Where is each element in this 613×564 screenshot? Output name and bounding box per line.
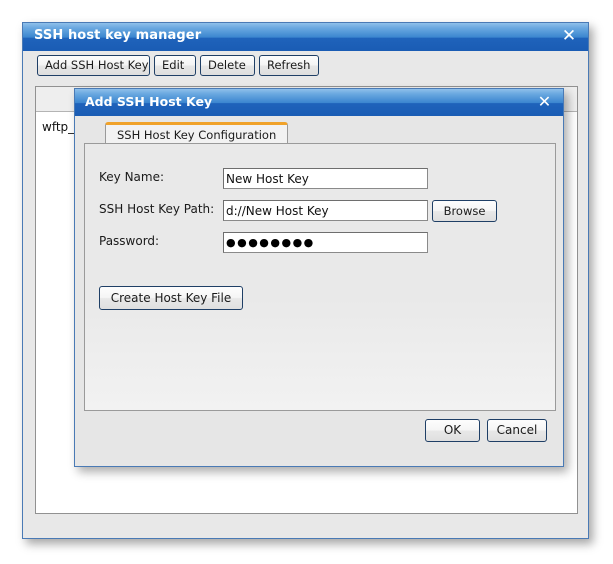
password-input[interactable]: ●●●●●●●● <box>223 232 428 253</box>
add-ssh-host-key-dialog: Add SSH Host Key ✕ SSH Host Key Configur… <box>74 88 564 467</box>
add-ssh-host-key-button[interactable]: Add SSH Host Key <box>37 55 150 76</box>
key-name-row: Key Name: <box>85 168 555 190</box>
tab-ssh-host-key-configuration[interactable]: SSH Host Key Configuration <box>105 122 289 144</box>
key-name-input[interactable] <box>223 168 428 189</box>
toolbar: Add SSH Host Key Edit Delete Refresh <box>23 51 588 80</box>
create-host-key-file-button[interactable]: Create Host Key File <box>99 286 243 310</box>
ssh-host-key-path-row: SSH Host Key Path: Browse <box>85 200 555 222</box>
refresh-button[interactable]: Refresh <box>259 55 319 76</box>
cancel-button[interactable]: Cancel <box>487 419 547 442</box>
edit-button[interactable]: Edit <box>154 55 196 76</box>
browse-button[interactable]: Browse <box>432 200 497 222</box>
dialog-close-icon[interactable]: ✕ <box>535 92 554 111</box>
tab-strip: SSH Host Key Configuration <box>84 122 556 144</box>
dialog-title: Add SSH Host Key <box>85 94 213 109</box>
ssh-host-key-path-label: SSH Host Key Path: <box>99 202 215 216</box>
delete-button[interactable]: Delete <box>200 55 255 76</box>
dialog-titlebar: Add SSH Host Key ✕ <box>75 89 563 116</box>
tab-panel: Key Name: SSH Host Key Path: Browse Pass… <box>84 143 556 411</box>
outer-titlebar: SSH host key manager ✕ <box>23 23 588 51</box>
ssh-host-key-path-input[interactable] <box>223 200 428 221</box>
window-title: SSH host key manager <box>34 28 202 43</box>
password-row: Password: ●●●●●●●● <box>85 232 555 254</box>
window-footer <box>23 514 588 538</box>
close-icon[interactable]: ✕ <box>559 26 579 46</box>
password-label: Password: <box>99 234 160 248</box>
key-name-label: Key Name: <box>99 170 165 184</box>
ok-button[interactable]: OK <box>425 419 480 442</box>
